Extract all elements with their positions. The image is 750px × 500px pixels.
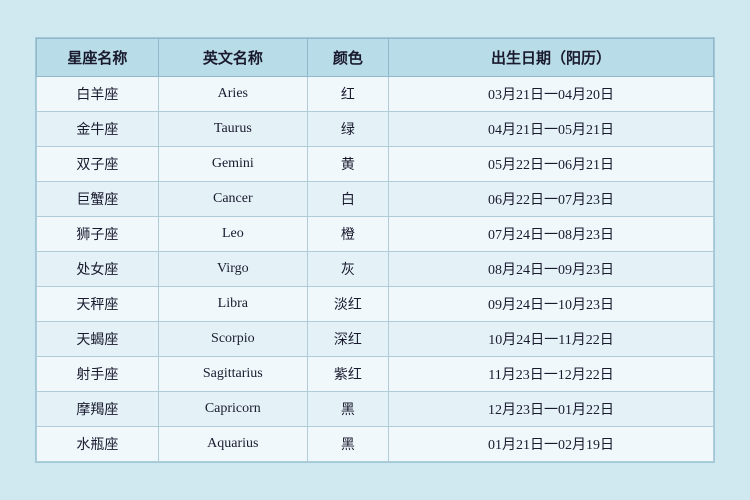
cell-date: 07月24日一08月23日: [389, 217, 714, 252]
cell-chinese: 金牛座: [37, 112, 159, 147]
table-body: 白羊座Aries红03月21日一04月20日金牛座Taurus绿04月21日一0…: [37, 77, 714, 462]
cell-color: 黄: [307, 147, 388, 182]
cell-color: 深红: [307, 322, 388, 357]
cell-date: 03月21日一04月20日: [389, 77, 714, 112]
table-row: 狮子座Leo橙07月24日一08月23日: [37, 217, 714, 252]
cell-english: Capricorn: [158, 392, 307, 427]
cell-english: Leo: [158, 217, 307, 252]
cell-chinese: 狮子座: [37, 217, 159, 252]
cell-english: Virgo: [158, 252, 307, 287]
header-date: 出生日期（阳历）: [389, 39, 714, 77]
table-row: 天蝎座Scorpio深红10月24日一11月22日: [37, 322, 714, 357]
table-row: 双子座Gemini黄05月22日一06月21日: [37, 147, 714, 182]
cell-date: 06月22日一07月23日: [389, 182, 714, 217]
cell-color: 紫红: [307, 357, 388, 392]
header-chinese: 星座名称: [37, 39, 159, 77]
header-english: 英文名称: [158, 39, 307, 77]
cell-chinese: 双子座: [37, 147, 159, 182]
cell-english: Aries: [158, 77, 307, 112]
table-row: 射手座Sagittarius紫红11月23日一12月22日: [37, 357, 714, 392]
cell-chinese: 水瓶座: [37, 427, 159, 462]
zodiac-table: 星座名称 英文名称 颜色 出生日期（阳历） 白羊座Aries红03月21日一04…: [36, 38, 714, 462]
cell-color: 黑: [307, 392, 388, 427]
cell-chinese: 处女座: [37, 252, 159, 287]
cell-color: 灰: [307, 252, 388, 287]
header-color: 颜色: [307, 39, 388, 77]
cell-date: 05月22日一06月21日: [389, 147, 714, 182]
table-row: 巨蟹座Cancer白06月22日一07月23日: [37, 182, 714, 217]
cell-chinese: 天蝎座: [37, 322, 159, 357]
cell-chinese: 射手座: [37, 357, 159, 392]
table-row: 处女座Virgo灰08月24日一09月23日: [37, 252, 714, 287]
cell-english: Gemini: [158, 147, 307, 182]
cell-english: Sagittarius: [158, 357, 307, 392]
cell-date: 01月21日一02月19日: [389, 427, 714, 462]
cell-date: 12月23日一01月22日: [389, 392, 714, 427]
cell-date: 10月24日一11月22日: [389, 322, 714, 357]
cell-date: 08月24日一09月23日: [389, 252, 714, 287]
zodiac-table-container: 星座名称 英文名称 颜色 出生日期（阳历） 白羊座Aries红03月21日一04…: [35, 37, 715, 463]
cell-english: Cancer: [158, 182, 307, 217]
table-row: 金牛座Taurus绿04月21日一05月21日: [37, 112, 714, 147]
cell-color: 淡红: [307, 287, 388, 322]
cell-chinese: 天秤座: [37, 287, 159, 322]
cell-color: 绿: [307, 112, 388, 147]
cell-date: 11月23日一12月22日: [389, 357, 714, 392]
cell-color: 红: [307, 77, 388, 112]
cell-chinese: 摩羯座: [37, 392, 159, 427]
cell-color: 白: [307, 182, 388, 217]
cell-color: 黑: [307, 427, 388, 462]
cell-chinese: 巨蟹座: [37, 182, 159, 217]
cell-date: 09月24日一10月23日: [389, 287, 714, 322]
cell-chinese: 白羊座: [37, 77, 159, 112]
cell-english: Libra: [158, 287, 307, 322]
cell-english: Scorpio: [158, 322, 307, 357]
cell-color: 橙: [307, 217, 388, 252]
cell-english: Taurus: [158, 112, 307, 147]
cell-english: Aquarius: [158, 427, 307, 462]
table-row: 水瓶座Aquarius黑01月21日一02月19日: [37, 427, 714, 462]
cell-date: 04月21日一05月21日: [389, 112, 714, 147]
table-row: 白羊座Aries红03月21日一04月20日: [37, 77, 714, 112]
table-row: 天秤座Libra淡红09月24日一10月23日: [37, 287, 714, 322]
table-row: 摩羯座Capricorn黑12月23日一01月22日: [37, 392, 714, 427]
table-header-row: 星座名称 英文名称 颜色 出生日期（阳历）: [37, 39, 714, 77]
